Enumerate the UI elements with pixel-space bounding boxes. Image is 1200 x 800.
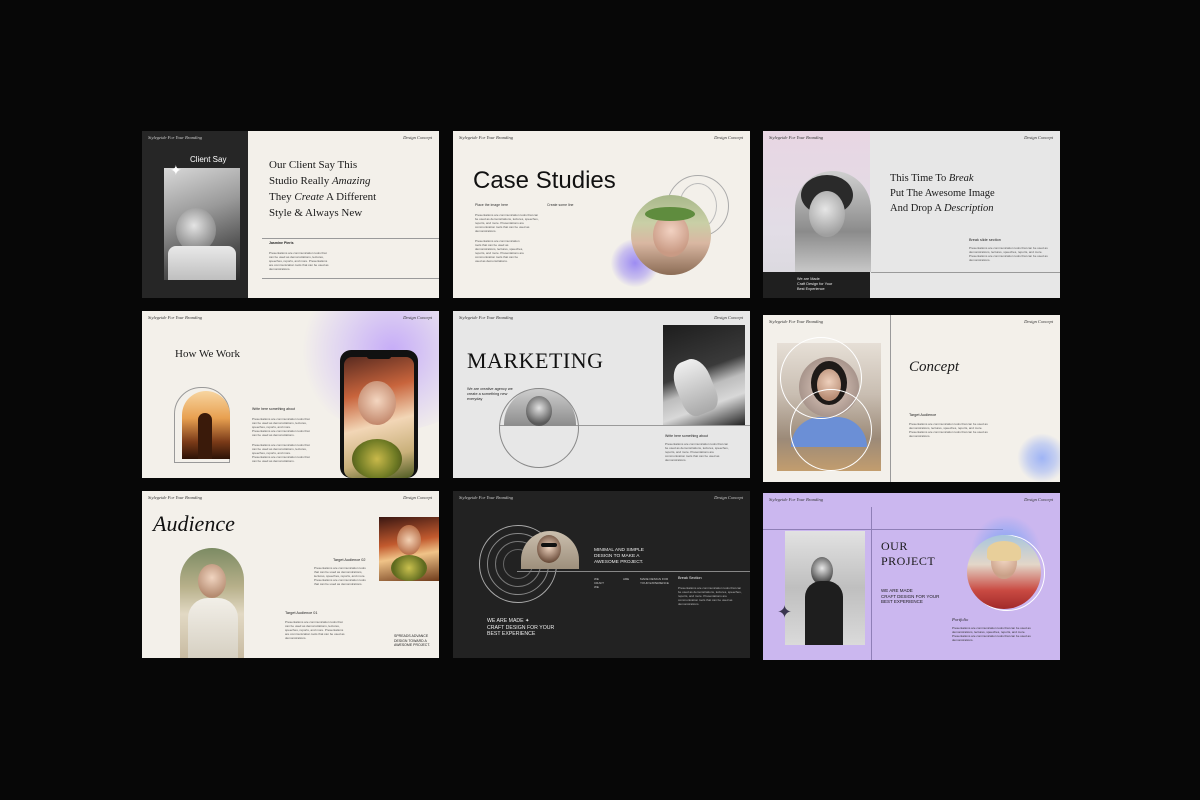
divider — [763, 529, 1003, 530]
side-text: We are creative agency we create a somet… — [467, 387, 513, 401]
sub-title: Write here something about — [665, 434, 708, 438]
slide-case-studies[interactable]: Stylegeide For Your Branding Design Conc… — [453, 131, 750, 298]
tall-photo — [785, 531, 865, 645]
dark-photo — [663, 325, 745, 425]
header-tag: Stylegeide For Your Branding — [459, 495, 513, 500]
slide-break[interactable]: Stylegeide For Your Branding Design Conc… — [763, 131, 1060, 298]
target-02: Target Audience 02 — [333, 558, 366, 562]
concept-tag: Design Concept — [403, 135, 432, 140]
sub-caption: WE ARE MADE CRAFT DESIGN FOR YOUR BEST E… — [881, 588, 940, 604]
body-text: Presentations are communication tools th… — [269, 251, 329, 271]
concept-tag: Design Concept — [714, 495, 743, 500]
circle-outline-2 — [790, 389, 872, 471]
slide-title: OUR PROJECT — [881, 539, 936, 568]
top-caption: MINIMAL AND SIMPLE DESIGN TO MAKE A AWES… — [594, 548, 644, 565]
header-tag: Stylegeide For Your Branding — [459, 135, 513, 140]
column-a: WE CRAFT WE — [594, 577, 604, 589]
body-text: Presentations are communication tools th… — [969, 246, 1048, 262]
portfolio-label: Portfolio — [952, 617, 969, 622]
sub-title: Break Section — [678, 576, 702, 580]
body-text-1: Presentations are communication tools th… — [314, 566, 366, 586]
circle-outline — [499, 388, 579, 468]
blue-glow — [1017, 433, 1060, 482]
slide-marketing[interactable]: Stylegeide For Your Branding Design Conc… — [453, 311, 750, 478]
header-tag: Stylegeide For Your Branding — [769, 135, 823, 140]
column-b: ARE — [623, 577, 630, 581]
phone-screen-photo — [344, 357, 414, 478]
sub-title: Jasmine Pieris — [269, 241, 294, 245]
vertical-divider — [871, 507, 872, 660]
slide-title: MARKETING — [467, 348, 604, 373]
slide-title: Case Studies — [473, 167, 616, 194]
slide-title: How We Work — [175, 348, 241, 360]
concept-tag: Design Concept — [1024, 319, 1053, 324]
sparkle-icon: ✦ — [170, 162, 182, 178]
vertical-divider — [890, 315, 891, 482]
slide-title: Audience — [153, 511, 235, 536]
header-tag: Stylegeide For Your Branding — [148, 495, 202, 500]
portrait-photo — [164, 168, 240, 280]
bottom-caption: WE ARE MADE ✦ CRAFT DESIGN FOR YOUR BEST… — [487, 618, 555, 637]
header-tag: Stylegeide For Your Branding — [459, 315, 513, 320]
photo-caption: We are Made Craft Design for Your Best E… — [797, 277, 833, 291]
slide-heading: This Time To Break Put The Awesome Image… — [890, 173, 995, 214]
body-text: Presentations are communication tools th… — [909, 422, 988, 438]
label-a: Place the image here — [475, 203, 509, 207]
slide-our-project[interactable]: Stylegeide For Your Branding Design Conc… — [763, 493, 1060, 660]
body-text-1: Presentations are communication tools th… — [475, 213, 539, 233]
concept-tag: Design Concept — [403, 495, 432, 500]
circle-photo — [967, 535, 1041, 609]
arch-photo — [180, 548, 244, 658]
portrait-photo — [795, 171, 871, 272]
concept-tag: Design Concept — [1024, 135, 1053, 140]
body-text-2: Presentations are communication tools th… — [285, 620, 345, 640]
divider-bottom — [262, 278, 439, 279]
header-tag: Stylegeide For Your Branding — [148, 315, 202, 320]
target-01: Target Audience 01 — [285, 611, 318, 615]
phone-notch — [367, 354, 391, 359]
slide-how-we-work[interactable]: Stylegeide For Your Branding Design Conc… — [142, 311, 439, 478]
slide-heading: Our Client Say This Studio Really Amazin… — [269, 159, 377, 219]
body-text: Presentations are communication tools th… — [678, 586, 742, 606]
phone-mockup — [340, 350, 418, 478]
photo-label: Client Say — [190, 155, 227, 164]
concept-tag: Design Concept — [714, 315, 743, 320]
header-tag: Stylegeide For Your Branding — [769, 497, 823, 502]
divider — [262, 238, 439, 239]
concept-tag: Design Concept — [403, 315, 432, 320]
body-text: Presentations are communication tools th… — [952, 626, 1031, 642]
portrait-photo — [631, 195, 711, 275]
divider — [871, 272, 1060, 273]
sub-title: Target Audience — [909, 413, 937, 417]
slide-audience[interactable]: Stylegeide For Your Branding Design Conc… — [142, 491, 439, 658]
header-tag: Stylegeide For Your Branding — [148, 135, 202, 140]
divider — [517, 571, 750, 572]
body-text-2: Presentations are communication tools th… — [475, 239, 524, 263]
slide-client-say[interactable]: Stylegeide For Your Branding Design Conc… — [142, 131, 439, 298]
concept-tag: Design Concept — [1024, 497, 1053, 502]
sparkle-icon: ✦ — [525, 618, 530, 624]
sub-title: Break slide section — [969, 238, 1001, 242]
body-text-1: Presentations are communication tools th… — [252, 417, 310, 437]
header-tag: Stylegeide For Your Branding — [769, 319, 823, 324]
arch-photo — [182, 391, 230, 459]
concept-tag: Design Concept — [714, 135, 743, 140]
sub-title: Write here something about — [252, 407, 295, 411]
caption: SPREADS ADVANCE DESIGN TOWARD A AWESOME … — [394, 634, 431, 647]
column-c: MADE DESIGN FOR YOUR EXPERIENCE — [640, 577, 669, 585]
slide-title: Concept — [909, 359, 959, 375]
label-b: Create some line — [547, 203, 574, 207]
square-photo — [379, 517, 439, 581]
slide-concept[interactable]: Stylegeide For Your Branding Design Conc… — [763, 315, 1060, 482]
body-text: Presentations are communication tools th… — [665, 442, 729, 462]
slide-dark-break[interactable]: Stylegeide For Your Branding Design Conc… — [453, 491, 750, 658]
sparkle-icon: ✦ — [777, 602, 793, 622]
body-text-2: Presentations are communication tools th… — [252, 443, 310, 463]
